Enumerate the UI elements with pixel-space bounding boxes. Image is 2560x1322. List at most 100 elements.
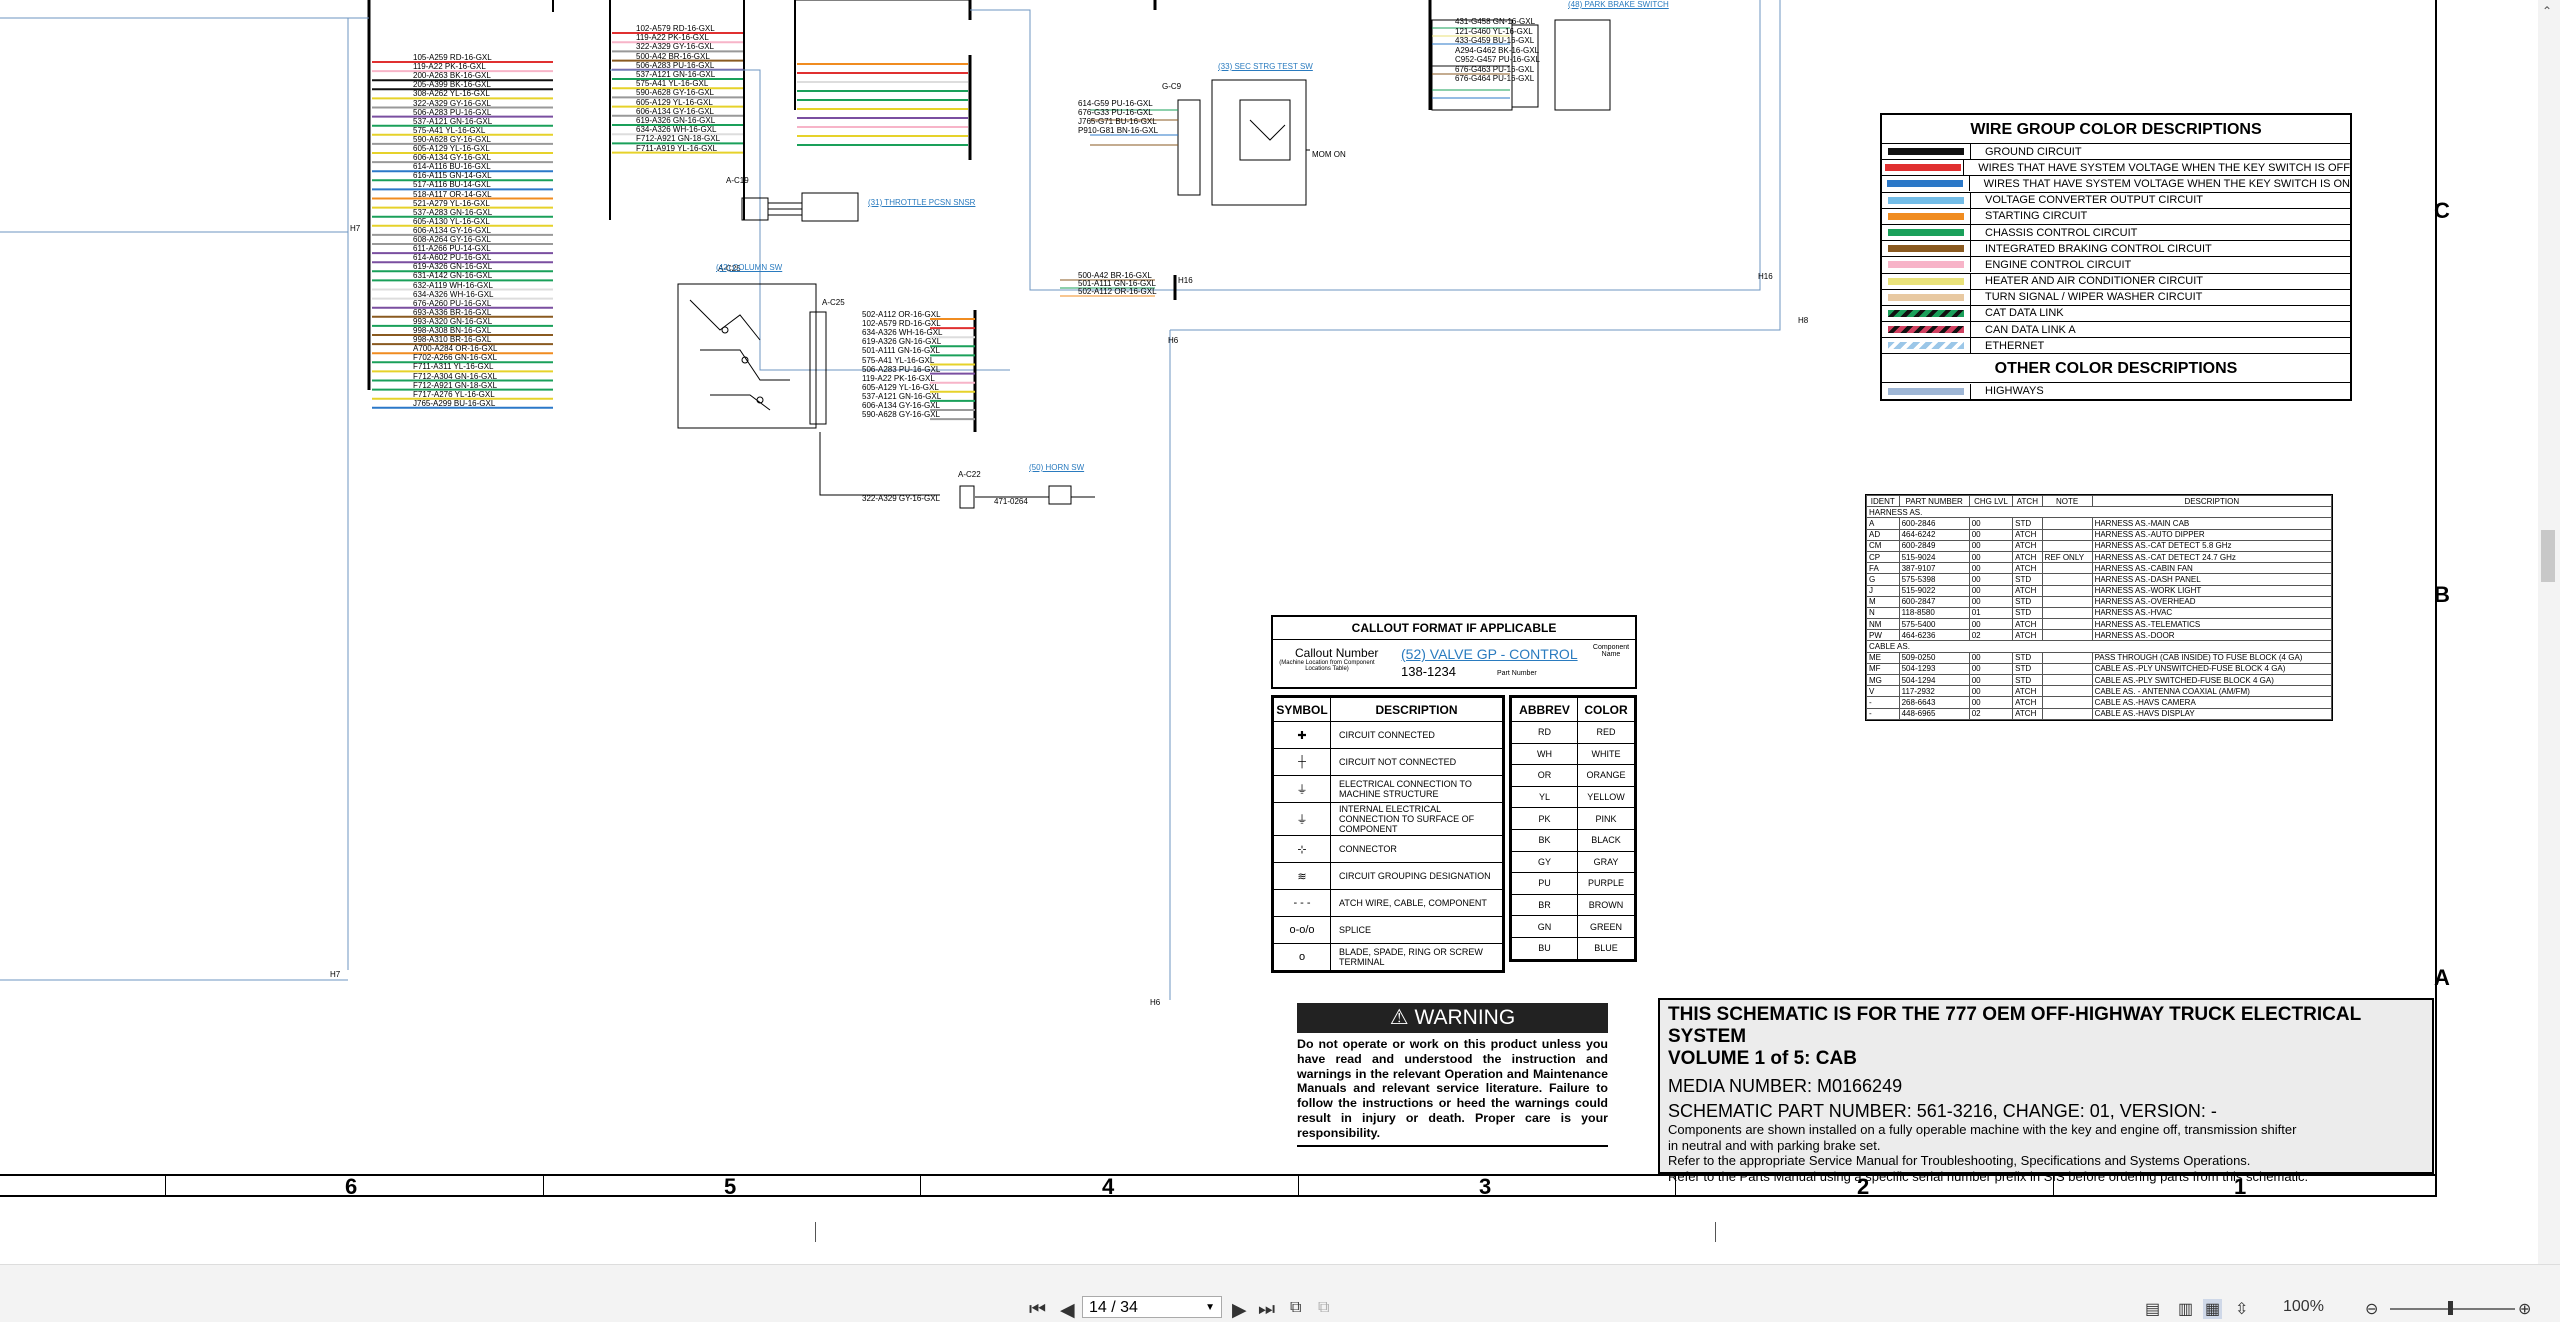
wire-group-row: ENGINE CONTROL CIRCUIT (1882, 256, 2350, 273)
abbrev-cell: RED (1577, 721, 1635, 744)
left-harness-wire-label: A700-A284 OR-16-GXL (413, 344, 498, 354)
abbrev-cell: PURPLE (1577, 872, 1635, 895)
abbrev-cell: BLACK (1577, 828, 1635, 852)
symbol-row: ⏚ INTERNAL ELECTRICAL CONNECTION TO SURFA… (1273, 802, 1503, 836)
symbol-description: SPLICE (1330, 916, 1503, 944)
throttle-sensor-link[interactable]: (31) THROTTLE PCSN SNSR (868, 198, 975, 207)
c25-wire-label: 575-A41 YL-16-GXL (862, 355, 935, 365)
wire-group-label: STARTING CIRCUIT (1985, 210, 2088, 223)
abbrev-row: BR BROWN (1511, 893, 1635, 917)
symbol-description: CONNECTOR (1330, 835, 1503, 863)
zoom-in-icon[interactable]: ⊕ (2518, 1299, 2531, 1319)
left-harness-wire-label: 537-A283 GN-16-GXL (413, 207, 493, 217)
page-tick (815, 1222, 816, 1242)
parts-row: MF 504-1293 00 STD CABLE AS.-PLY UNSWITCHED-… (1866, 662, 2333, 676)
page-tick (1715, 1222, 1716, 1242)
previous-page-icon[interactable]: ◀ (1060, 1299, 1075, 1322)
vertical-scrollbar[interactable]: ⌃ (2538, 0, 2560, 1264)
ac22-label: A-C22 (958, 470, 981, 479)
gc9-label: G-C9 (1162, 82, 1182, 91)
park-brake-switch-link[interactable]: (48) PARK BRAKE SWITCH (1568, 0, 1669, 9)
c25-wire-label: 506-A283 PU-16-GXL (862, 364, 941, 374)
left-harness-wire-label: 614-A116 BU-16-GXL (413, 162, 491, 172)
scroll-view-icon[interactable]: ⇳ (2235, 1299, 2248, 1319)
page-dropdown-icon[interactable]: ▼ (1205, 1297, 1215, 1319)
callout-title: CALLOUT FORMAT IF APPLICABLE (1273, 617, 1635, 640)
left-harness-wire-label: 506-A283 PU-16-GXL (413, 107, 492, 117)
callout-example-link[interactable]: (52) VALVE GP - CONTROL (1401, 646, 1578, 662)
zone-3: 3 (1479, 1174, 1492, 1199)
parts-group: HARNESS AS. (1866, 506, 2332, 519)
continuous-view-icon[interactable]: ▥ (2178, 1299, 2193, 1319)
c25-wire-label: 619-A326 GN-16-GXL (862, 337, 942, 347)
zoom-slider-thumb[interactable] (2448, 1301, 2453, 1315)
parts-row: -448-6965 02 ATCH CABLE AS.-HAVS DISPLAY (1866, 707, 2333, 720)
zoom-out-icon[interactable]: ⊖ (2365, 1299, 2378, 1319)
left-harness-wire-label: 605-A130 YL-16-GXL (413, 216, 490, 226)
warning-box: ⚠ WARNING Do not operate or work on this… (1297, 1003, 1608, 1147)
column-sw-link[interactable]: (42) COLUMN SW (716, 263, 782, 272)
left-harness-wire-label: 631-A142 GN-16-GXL (413, 271, 493, 281)
abbrev-row: PK PINK (1511, 807, 1635, 830)
parts-row: N 118-8580 01 STD HARNESS AS.-HVAC (1866, 606, 2333, 620)
symbol-row: ⏚ ELECTRICAL CONNECTION TO MACHINE STRUCT… (1273, 775, 1503, 803)
page-number-input[interactable]: 14 / 34 ▼ (1082, 1296, 1222, 1318)
wire-group-row: CAT DATA LINK (1882, 304, 2350, 321)
parts-header: ATCH (2012, 494, 2043, 508)
callout-number-label: Callout Number (1295, 646, 1379, 660)
abbrev-cell: PK (1511, 807, 1578, 830)
abbrev-cell: PU (1511, 872, 1578, 895)
abbrev-cell: PINK (1577, 807, 1635, 830)
symbol-glyph: ✚ (1273, 721, 1331, 749)
fit-page-icon[interactable]: ⧉ (1290, 1299, 1301, 1317)
left-harness-wire-label: 608-A264 GY-16-GXL (413, 235, 491, 244)
symbol-glyph: ⏚ (1273, 775, 1331, 803)
row-label-c: C (2434, 198, 2450, 223)
color-swatch (1888, 293, 1964, 301)
color-swatch (1888, 387, 1964, 395)
vertical-scroll-thumb[interactable] (2541, 530, 2555, 582)
parts-row: G 575-5398 00 STD HARNESS AS.-DASH PANEL (1866, 573, 2333, 586)
next-page-icon[interactable]: ▶ (1232, 1299, 1247, 1322)
first-page-icon[interactable]: ⏮ (1029, 1299, 1046, 1321)
fit-width-icon[interactable]: ⧉ (1318, 1299, 1329, 1317)
abbrev-cell: GY (1511, 850, 1578, 874)
c25-wire-label: 502-A112 OR-16-GXL (862, 310, 941, 319)
left-harness-wire-label: 998-A310 BR-16-GXL (413, 335, 492, 345)
mid-harness-wire-label: 634-A326 WH-16-GXL (636, 125, 717, 135)
left-harness-wire-label: F712-A304 GN-16-GXL (413, 371, 498, 381)
c25-wire-label: 102-A579 RD-16-GXL (862, 319, 941, 329)
last-page-icon[interactable]: ⏭ (1258, 1299, 1275, 1321)
c22-wire-label: 322-A329 GY-16-GXL (862, 494, 940, 503)
wire-group-label: CAN DATA LINK A (1985, 323, 2076, 336)
parts-row: J 515-9022 00 ATCH HARNESS AS.-WORK LIGHT (1866, 584, 2333, 597)
mid-harness-wire-label: 322-A329 GY-16-GXL (636, 42, 714, 52)
c9-wire-label: 614-G59 PU-16-GXL (1078, 99, 1153, 108)
abbrev-header: ABBREV (1511, 697, 1578, 722)
color-swatch (1888, 261, 1964, 269)
abbrev-cell: RD (1511, 721, 1578, 744)
parts-header: CHG LVL (1968, 494, 2014, 508)
title-line-1: THIS SCHEMATIC IS FOR THE 777 OEM OFF-HI… (1668, 1004, 2361, 1047)
two-page-view-icon[interactable]: ▦ (2203, 1299, 2223, 1319)
single-page-view-icon[interactable]: ▤ (2145, 1299, 2160, 1319)
wire-group-label: ENGINE CONTROL CIRCUIT (1985, 258, 2132, 271)
abbrev-row: GN GREEN (1511, 915, 1635, 938)
abbrev-cell: ORANGE (1577, 764, 1635, 787)
zoom-level[interactable]: 100% (2283, 1298, 2324, 1316)
parts-row: ME 509-0250 00 STD PASS THROUGH (CAB INSIDE)… (1866, 651, 2333, 664)
wire-group-label: WIRES THAT HAVE SYSTEM VOLTAGE WHEN THE … (1983, 177, 2350, 190)
sec-strg-test-sw-link[interactable]: (33) SEC STRG TEST SW (1218, 62, 1313, 71)
wire-group-row: STARTING CIRCUIT (1882, 207, 2350, 224)
left-harness-wire-label: 693-A336 BR-16-GXL (413, 307, 492, 317)
left-harness-wire-label: F711-A311 YL-16-GXL (413, 362, 494, 372)
horn-sw-link[interactable]: (50) HORN SW (1029, 463, 1084, 472)
left-harness-wire-label: 537-A121 GN-16-GXL (413, 116, 493, 126)
parts-header: PART NUMBER (1898, 494, 1970, 508)
abbrev-row: RD RED (1511, 721, 1635, 744)
symbol-glyph: - - - (1273, 889, 1331, 917)
scroll-up-icon[interactable]: ⌃ (2542, 4, 2552, 18)
left-harness-wire-label: 205-A399 BK-16-GXL (413, 80, 491, 90)
zone-5: 5 (724, 1174, 737, 1199)
wire-group-title: WIRE GROUP COLOR DESCRIPTIONS (1970, 121, 2262, 138)
